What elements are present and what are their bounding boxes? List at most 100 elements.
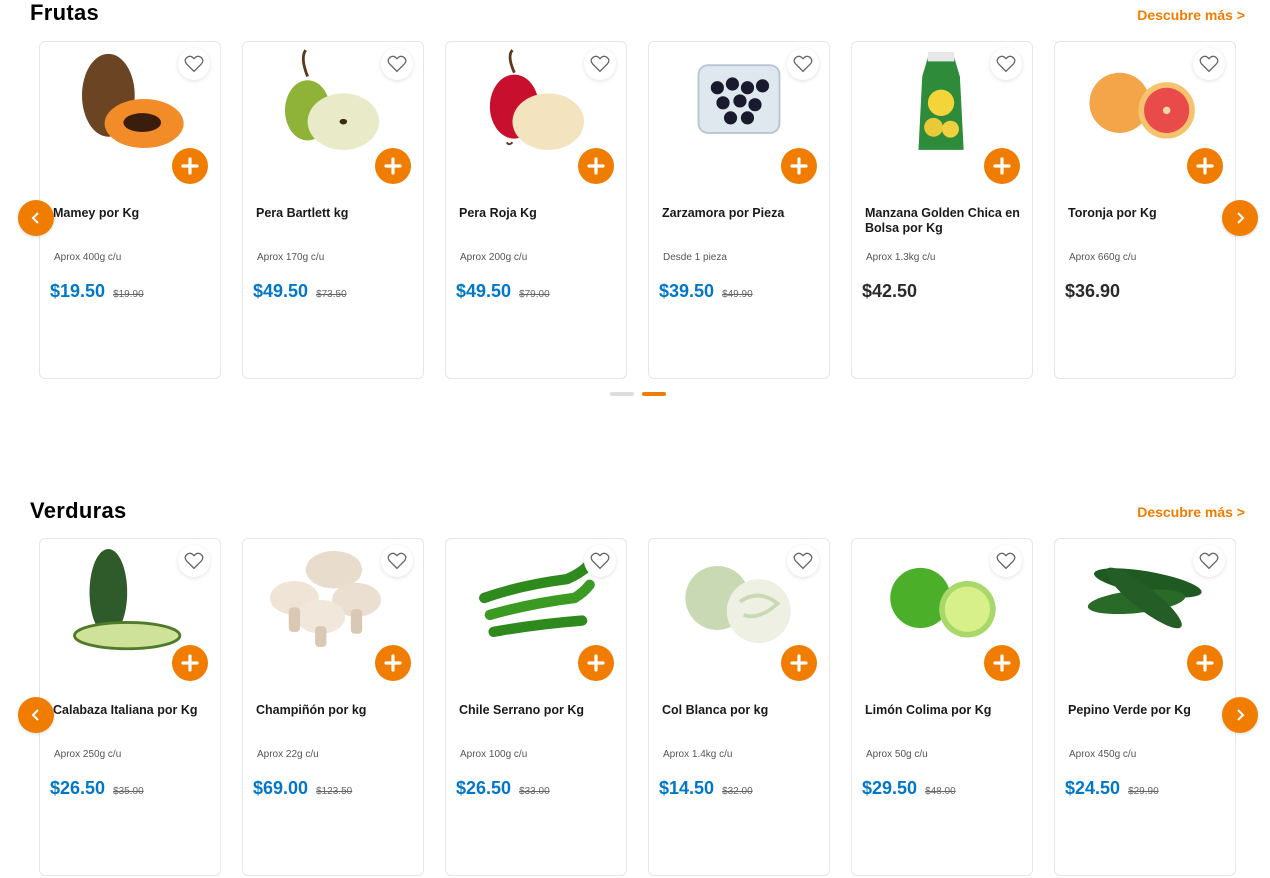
product-weight-note: Aprox 450g c/u [1069,749,1137,760]
add-to-cart-button[interactable] [375,645,411,681]
heart-icon [184,55,204,73]
chevron-right-icon [1237,212,1245,224]
fruits-next-arrow[interactable] [1222,200,1258,236]
product-name[interactable]: Toronja por Kg [1068,206,1228,221]
product-old-price: $48.00 [925,786,956,797]
heart-icon [590,55,610,73]
product-price: $26.50 [456,778,512,798]
favorite-button[interactable] [584,545,616,577]
product-name[interactable]: Pera Bartlett kg [256,206,416,221]
product-weight-note: Aprox 100g c/u [460,749,528,760]
add-to-cart-button[interactable] [984,645,1020,681]
add-to-cart-button[interactable] [375,148,411,184]
product-weight-note: Aprox 1.3kg c/u [866,252,936,263]
fruit-product-card[interactable]: Pera Roja Kg Aprox 200g c/u $49.50 $79.0… [445,41,627,379]
vegetable-product-card[interactable]: Champiñón por kg Aprox 22g c/u $69.00 $1… [242,538,424,876]
product-old-price: $32.00 [722,786,753,797]
fruits-pagination [610,392,666,396]
vegetable-product-card[interactable]: Chile Serrano por Kg Aprox 100g c/u $26.… [445,538,627,876]
plus-icon [181,654,199,672]
product-name[interactable]: Pera Roja Kg [459,206,619,221]
fruits-discover-more-link[interactable]: Descubre más > [1137,7,1245,23]
add-to-cart-button[interactable] [172,148,208,184]
product-name[interactable]: Mamey por Kg [53,206,213,221]
vegetables-title: Verduras [30,498,127,523]
product-old-price: $33.00 [519,786,550,797]
favorite-button[interactable] [990,48,1022,80]
fruit-product-card[interactable]: Mamey por Kg Aprox 400g c/u $19.50 $19.9… [39,41,221,379]
favorite-button[interactable] [584,48,616,80]
add-to-cart-button[interactable] [1187,645,1223,681]
favorite-button[interactable] [787,48,819,80]
product-price: $49.50 [456,281,512,301]
add-to-cart-button[interactable] [781,645,817,681]
product-weight-note: Aprox 200g c/u [460,252,528,263]
heart-icon [387,55,407,73]
product-name[interactable]: Col Blanca por kg [662,703,822,718]
product-name[interactable]: Calabaza Italiana por Kg [53,703,213,718]
fruit-product-card[interactable]: Zarzamora por Pieza Desde 1 pieza $39.50… [648,41,830,379]
product-weight-note: Aprox 22g c/u [257,749,319,760]
product-name[interactable]: Zarzamora por Pieza [662,206,822,221]
chevron-right-icon [1237,709,1245,721]
product-price: $14.50 [659,778,715,798]
favorite-button[interactable] [381,48,413,80]
add-to-cart-button[interactable] [781,148,817,184]
fruit-product-card[interactable]: Toronja por Kg Aprox 660g c/u $36.90 [1054,41,1236,379]
add-to-cart-button[interactable] [984,148,1020,184]
chevron-left-icon [31,212,39,224]
favorite-button[interactable] [787,545,819,577]
pagination-dot-active[interactable] [642,392,666,396]
product-old-price: $73.50 [316,289,347,300]
favorite-button[interactable] [1193,48,1225,80]
heart-icon [793,552,813,570]
favorite-button[interactable] [178,545,210,577]
product-price-row: $24.50 $29.90 [1065,778,1159,799]
add-to-cart-button[interactable] [1187,148,1223,184]
plus-icon [790,157,808,175]
plus-icon [181,157,199,175]
product-weight-note: Desde 1 pieza [663,252,727,263]
fruit-product-card[interactable]: Manzana Golden Chica en Bolsa por Kg Apr… [851,41,1033,379]
vegetable-product-card[interactable]: Calabaza Italiana por Kg Aprox 250g c/u … [39,538,221,876]
product-name[interactable]: Chile Serrano por Kg [459,703,619,718]
add-to-cart-button[interactable] [578,148,614,184]
product-name[interactable]: Champiñón por kg [256,703,416,718]
add-to-cart-button[interactable] [172,645,208,681]
product-price: $49.50 [253,281,309,301]
add-to-cart-button[interactable] [578,645,614,681]
product-price-row: $19.50 $19.90 [50,281,144,302]
product-weight-note: Aprox 170g c/u [257,252,325,263]
vegetables-prev-arrow[interactable] [18,697,54,733]
product-weight-note: Aprox 400g c/u [54,252,122,263]
vegetables-next-arrow[interactable] [1222,697,1258,733]
favorite-button[interactable] [381,545,413,577]
product-price: $29.50 [862,778,918,798]
product-name[interactable]: Manzana Golden Chica en Bolsa por Kg [865,206,1025,236]
product-price: $36.90 [1065,281,1121,301]
vegetable-product-card[interactable]: Col Blanca por kg Aprox 1.4kg c/u $14.50… [648,538,830,876]
fruits-prev-arrow[interactable] [18,200,54,236]
fruits-title: Frutas [30,0,100,25]
favorite-button[interactable] [178,48,210,80]
favorite-button[interactable] [990,545,1022,577]
product-old-price: $49.90 [722,289,753,300]
product-price-row: $36.90 [1065,281,1120,302]
plus-icon [1196,654,1214,672]
product-price-row: $29.50 $48.00 [862,778,956,799]
product-name[interactable]: Pepino Verde por Kg [1068,703,1228,718]
product-price-row: $49.50 $73.50 [253,281,347,302]
vegetable-product-card[interactable]: Limón Colima por Kg Aprox 50g c/u $29.50… [851,538,1033,876]
product-weight-note: Aprox 250g c/u [54,749,122,760]
favorite-button[interactable] [1193,545,1225,577]
product-price-row: $14.50 $32.00 [659,778,753,799]
heart-icon [184,552,204,570]
pagination-dot[interactable] [610,392,634,396]
vegetables-discover-more-link[interactable]: Descubre más > [1137,504,1245,520]
product-weight-note: Aprox 50g c/u [866,749,928,760]
product-name[interactable]: Limón Colima por Kg [865,703,1025,718]
fruit-product-card[interactable]: Pera Bartlett kg Aprox 170g c/u $49.50 $… [242,41,424,379]
vegetable-product-card[interactable]: Pepino Verde por Kg Aprox 450g c/u $24.5… [1054,538,1236,876]
product-price-row: $42.50 [862,281,917,302]
heart-icon [1199,55,1219,73]
